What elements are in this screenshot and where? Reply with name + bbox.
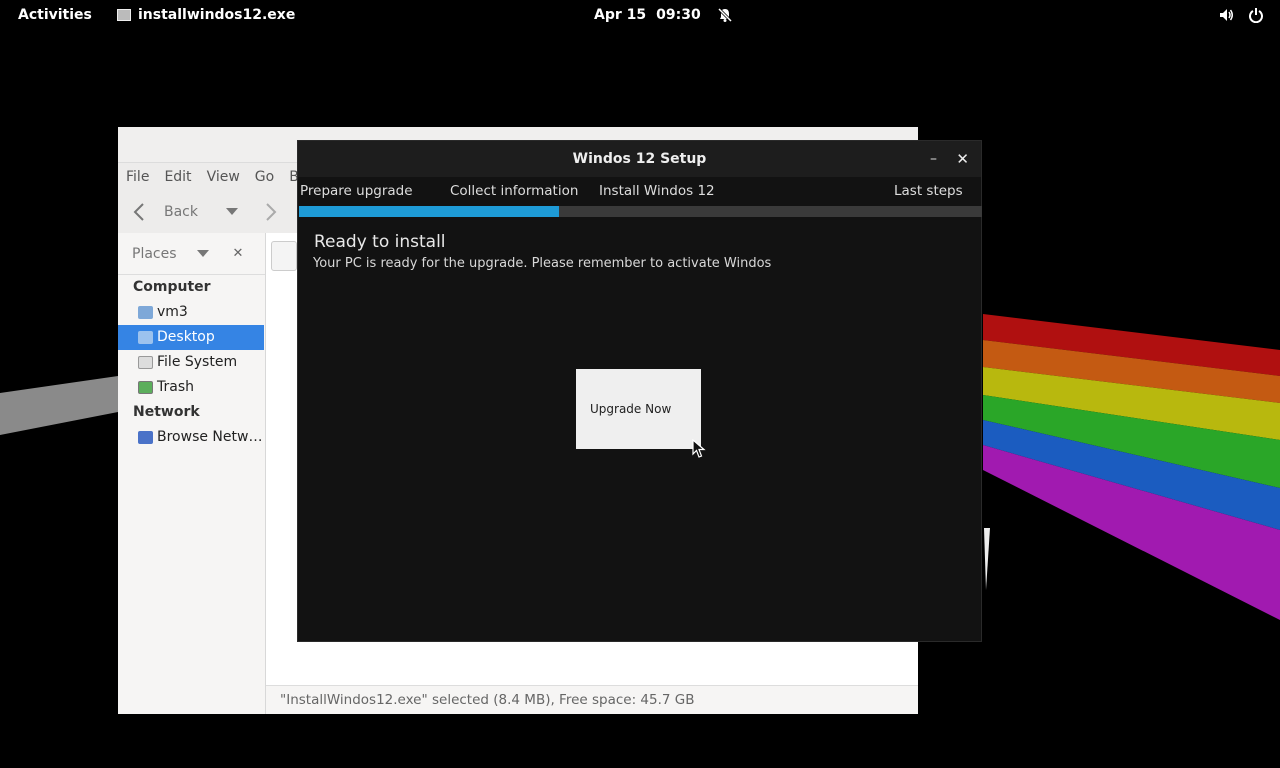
dialog-titlebar[interactable]: Windos 12 Setup – ✕ [298,141,981,177]
minimize-icon[interactable]: – [930,141,937,177]
clock-date: Apr 15 [594,7,647,23]
status-bar: "InstallWindos12.exe" selected (8.4 MB),… [266,685,918,714]
network-icon [138,431,153,444]
app-name: installwindos12.exe [138,7,296,23]
sidebar-item-label: Browse Netw… [157,429,263,445]
setup-steps: Prepare upgrade Collect information Inst… [298,179,981,203]
close-icon[interactable]: ✕ [956,141,969,177]
power-icon [1249,8,1263,23]
sidebar-section-network: Network [133,404,200,420]
places-dropdown-icon[interactable] [196,249,209,258]
sidebar-item-desktop[interactable]: Desktop [118,325,264,350]
back-arrow-icon[interactable] [132,202,146,222]
sidebar-section-computer: Computer [133,279,211,295]
places-header: Places ✕ [118,233,265,275]
sidebar-item-label: vm3 [157,304,188,320]
app-icon [117,9,131,21]
close-sidebar-icon[interactable]: ✕ [233,246,244,261]
volume-icon [1220,9,1233,21]
menu-edit[interactable]: Edit [164,169,191,185]
clock[interactable]: Apr 15 09:30 [594,7,733,23]
edit-path-button[interactable] [271,241,297,271]
drive-icon [138,356,153,369]
back-button[interactable]: Back [164,204,198,220]
history-dropdown-icon[interactable] [226,208,238,216]
step-install: Install Windos 12 [599,183,715,199]
setup-heading: Ready to install [314,232,446,252]
step-prepare-upgrade: Prepare upgrade [300,183,413,199]
dialog-title: Windos 12 Setup [572,151,707,167]
system-tray[interactable] [1218,7,1264,23]
sidebar-item-label: File System [157,354,238,370]
sidebar-item-file-system[interactable]: File System [118,350,265,375]
desktop-folder-icon [138,331,153,344]
step-last-steps: Last steps [894,183,963,199]
activities-button[interactable]: Activities [18,7,92,23]
sidebar-item-browse-network[interactable]: Browse Netw… [118,425,265,450]
sidebar-item-label: Desktop [157,329,215,345]
upgrade-now-button[interactable]: Upgrade Now [576,369,701,449]
sidebar-item-trash[interactable]: Trash [118,375,265,400]
progress-fill [299,206,559,217]
sidebar-item-vm3[interactable]: vm3 [118,300,265,325]
top-bar: Activities installwindos12.exe Apr 15 09… [0,0,1280,32]
step-collect-information: Collect information [450,183,579,199]
forward-arrow-icon[interactable] [264,202,278,222]
sidebar-item-label: Trash [157,379,194,395]
home-folder-icon [138,306,153,319]
setup-description: Your PC is ready for the upgrade. Please… [313,256,772,271]
sidebar: Places ✕ Computer vm3 Desktop File Syste… [118,233,266,714]
menu-file[interactable]: File [126,169,149,185]
menu-view[interactable]: View [207,169,240,185]
mouse-cursor-icon [692,439,706,458]
clock-time: 09:30 [656,7,701,23]
places-label[interactable]: Places [132,246,177,262]
menu-go[interactable]: Go [255,169,274,185]
app-menu[interactable]: installwindos12.exe [117,7,295,23]
trash-icon [138,381,153,394]
setup-progress-bar [299,206,982,217]
setup-dialog: Windos 12 Setup – ✕ Prepare upgrade Coll… [297,140,982,642]
notifications-off-icon [717,7,732,23]
